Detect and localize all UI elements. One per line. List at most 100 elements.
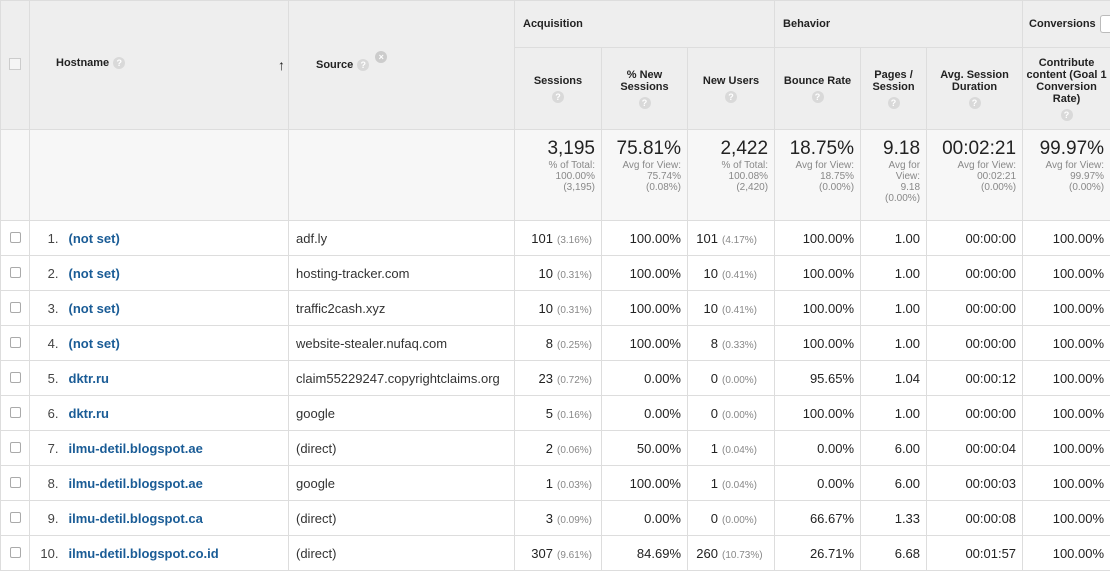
sort-ascending-icon[interactable]: ↑ bbox=[278, 57, 285, 73]
help-icon[interactable]: ? bbox=[811, 90, 824, 103]
total-note: 18.75% bbox=[820, 171, 855, 182]
help-icon[interactable]: ? bbox=[357, 59, 370, 72]
totals-blank bbox=[0, 129, 30, 221]
contribute-value: 100.00% bbox=[1022, 255, 1110, 291]
sessions-percent: (0.06%) bbox=[557, 444, 593, 456]
row-checkbox[interactable] bbox=[9, 266, 21, 278]
bounce-rate-header-label: Bounce Rate bbox=[783, 74, 852, 87]
source-value: google bbox=[288, 465, 515, 501]
row-checkbox[interactable] bbox=[9, 546, 21, 558]
sessions-cell: 2 (0.06%) bbox=[514, 430, 602, 466]
contribute-value: 100.00% bbox=[1022, 395, 1110, 431]
new-users-cell: 10 (0.41%) bbox=[686, 290, 776, 326]
help-icon[interactable]: ? bbox=[968, 96, 981, 109]
sessions-header[interactable]: Sessions? bbox=[514, 47, 602, 130]
total-note: Avg for View: bbox=[795, 160, 855, 171]
remove-dimension-icon[interactable]: × bbox=[375, 50, 388, 63]
bounce-rate-header[interactable]: Bounce Rate? bbox=[774, 47, 862, 130]
help-icon[interactable]: ? bbox=[113, 57, 126, 70]
hostname-link[interactable]: ilmu-detil.blogspot.ca bbox=[64, 500, 289, 536]
source-value: adf.ly bbox=[288, 220, 515, 256]
row-checkbox[interactable] bbox=[9, 441, 21, 453]
hostname-link[interactable]: (not set) bbox=[64, 325, 289, 361]
hostname-link[interactable]: (not set) bbox=[64, 255, 289, 291]
row-checkbox[interactable] bbox=[9, 406, 21, 418]
new-users-header[interactable]: New Users? bbox=[686, 47, 776, 130]
total-value: 99.97% bbox=[1039, 138, 1105, 159]
row-checkbox[interactable] bbox=[9, 511, 21, 523]
avg-duration-value: 00:00:00 bbox=[926, 325, 1024, 361]
goal-selector-button[interactable] bbox=[1099, 15, 1110, 33]
total-note: 75.74% bbox=[647, 171, 681, 182]
total-note: (0.08%) bbox=[645, 182, 681, 193]
table-row: 3. (not set) traffic2cash.xyz 10 (0.31%) … bbox=[0, 290, 1110, 326]
contribute-value: 100.00% bbox=[1022, 290, 1110, 326]
total-note: (0.00%) bbox=[819, 182, 855, 193]
row-checkbox[interactable] bbox=[9, 231, 21, 243]
hostname-link[interactable]: dktr.ru bbox=[64, 360, 289, 396]
avg-duration-header-label: Avg. Session Duration bbox=[940, 68, 1009, 93]
avg-duration-value: 00:00:00 bbox=[926, 255, 1024, 291]
pages-session-value: 6.00 bbox=[860, 465, 928, 501]
help-icon[interactable]: ? bbox=[1060, 108, 1073, 121]
pages-session-header[interactable]: Pages / Session? bbox=[860, 47, 928, 130]
new-users-cell: 1 (0.04%) bbox=[686, 465, 776, 501]
new-sessions-header[interactable]: % New Sessions? bbox=[601, 47, 688, 130]
total-note: Avg for bbox=[888, 160, 921, 171]
sessions-cell: 307 (9.61%) bbox=[514, 535, 602, 571]
row-checkbox-cell bbox=[0, 465, 30, 501]
new-users-percent: (0.00%) bbox=[722, 374, 758, 386]
bounce-rate-value: 95.65% bbox=[774, 360, 862, 396]
hostname-link[interactable]: (not set) bbox=[64, 220, 289, 256]
hostname-header[interactable]: Hostname? ↑ bbox=[29, 0, 289, 130]
help-icon[interactable]: ? bbox=[638, 96, 651, 109]
total-note: % of Total: bbox=[548, 160, 595, 171]
select-all-checkbox[interactable] bbox=[9, 57, 21, 70]
contribute-header[interactable]: Contribute content (Goal 1 Conversion Ra… bbox=[1022, 47, 1110, 130]
total-value: 75.81% bbox=[616, 138, 681, 159]
bounce-rate-value: 100.00% bbox=[774, 325, 862, 361]
source-header-label: Source bbox=[316, 58, 354, 71]
new-users-percent: (0.00%) bbox=[722, 514, 758, 526]
new-users-value: 101 bbox=[696, 230, 718, 246]
new-sessions-value: 84.69% bbox=[601, 535, 688, 571]
contribute-value: 100.00% bbox=[1022, 535, 1110, 571]
help-icon[interactable]: ? bbox=[552, 90, 564, 103]
new-users-percent: (0.41%) bbox=[722, 269, 758, 281]
source-value: hosting-tracker.com bbox=[288, 255, 515, 291]
hostname-link[interactable]: dktr.ru bbox=[64, 395, 289, 431]
source-header[interactable]: Source ? × bbox=[288, 0, 515, 130]
row-checkbox[interactable] bbox=[9, 301, 21, 313]
new-users-cell: 0 (0.00%) bbox=[686, 360, 776, 396]
avg-duration-header[interactable]: Avg. Session Duration? bbox=[926, 47, 1024, 130]
sessions-cell: 3 (0.09%) bbox=[514, 500, 602, 536]
hostname-link[interactable]: ilmu-detil.blogspot.co.id bbox=[64, 535, 289, 571]
row-checkbox-cell bbox=[0, 290, 30, 326]
help-icon[interactable]: ? bbox=[887, 96, 900, 109]
sessions-value: 2 bbox=[545, 440, 553, 456]
total-note: (0.00%) bbox=[981, 182, 1017, 193]
row-checkbox[interactable] bbox=[9, 336, 21, 348]
row-checkbox[interactable] bbox=[9, 371, 21, 383]
row-checkbox-cell bbox=[0, 220, 30, 256]
sessions-value: 1 bbox=[545, 475, 553, 491]
table-row: 9. ilmu-detil.blogspot.ca (direct) 3 (0.0… bbox=[0, 500, 1110, 536]
row-checkbox[interactable] bbox=[9, 476, 21, 488]
pages-session-value: 1.00 bbox=[860, 255, 928, 291]
select-all-cell bbox=[0, 0, 30, 130]
hostname-link[interactable]: ilmu-detil.blogspot.ae bbox=[64, 465, 289, 501]
new-users-value: 8 bbox=[710, 335, 718, 351]
new-users-cell: 1 (0.04%) bbox=[686, 430, 776, 466]
hostname-header-label: Hostname bbox=[56, 57, 110, 69]
sessions-cell: 101 (3.16%) bbox=[514, 220, 602, 256]
hostname-link[interactable]: (not set) bbox=[64, 290, 289, 326]
pages-session-value: 1.00 bbox=[860, 395, 928, 431]
totals-blank bbox=[29, 129, 289, 221]
contribute-header-label: Contribute content (Goal 1 Conversion Ra… bbox=[1026, 56, 1107, 105]
total-value: 3,195 bbox=[547, 138, 595, 159]
source-value: (direct) bbox=[288, 430, 515, 466]
help-icon[interactable]: ? bbox=[725, 90, 738, 103]
hostname-link[interactable]: ilmu-detil.blogspot.ae bbox=[64, 430, 289, 466]
sessions-value: 5 bbox=[545, 405, 553, 421]
total-note: 100.08% bbox=[728, 171, 769, 182]
